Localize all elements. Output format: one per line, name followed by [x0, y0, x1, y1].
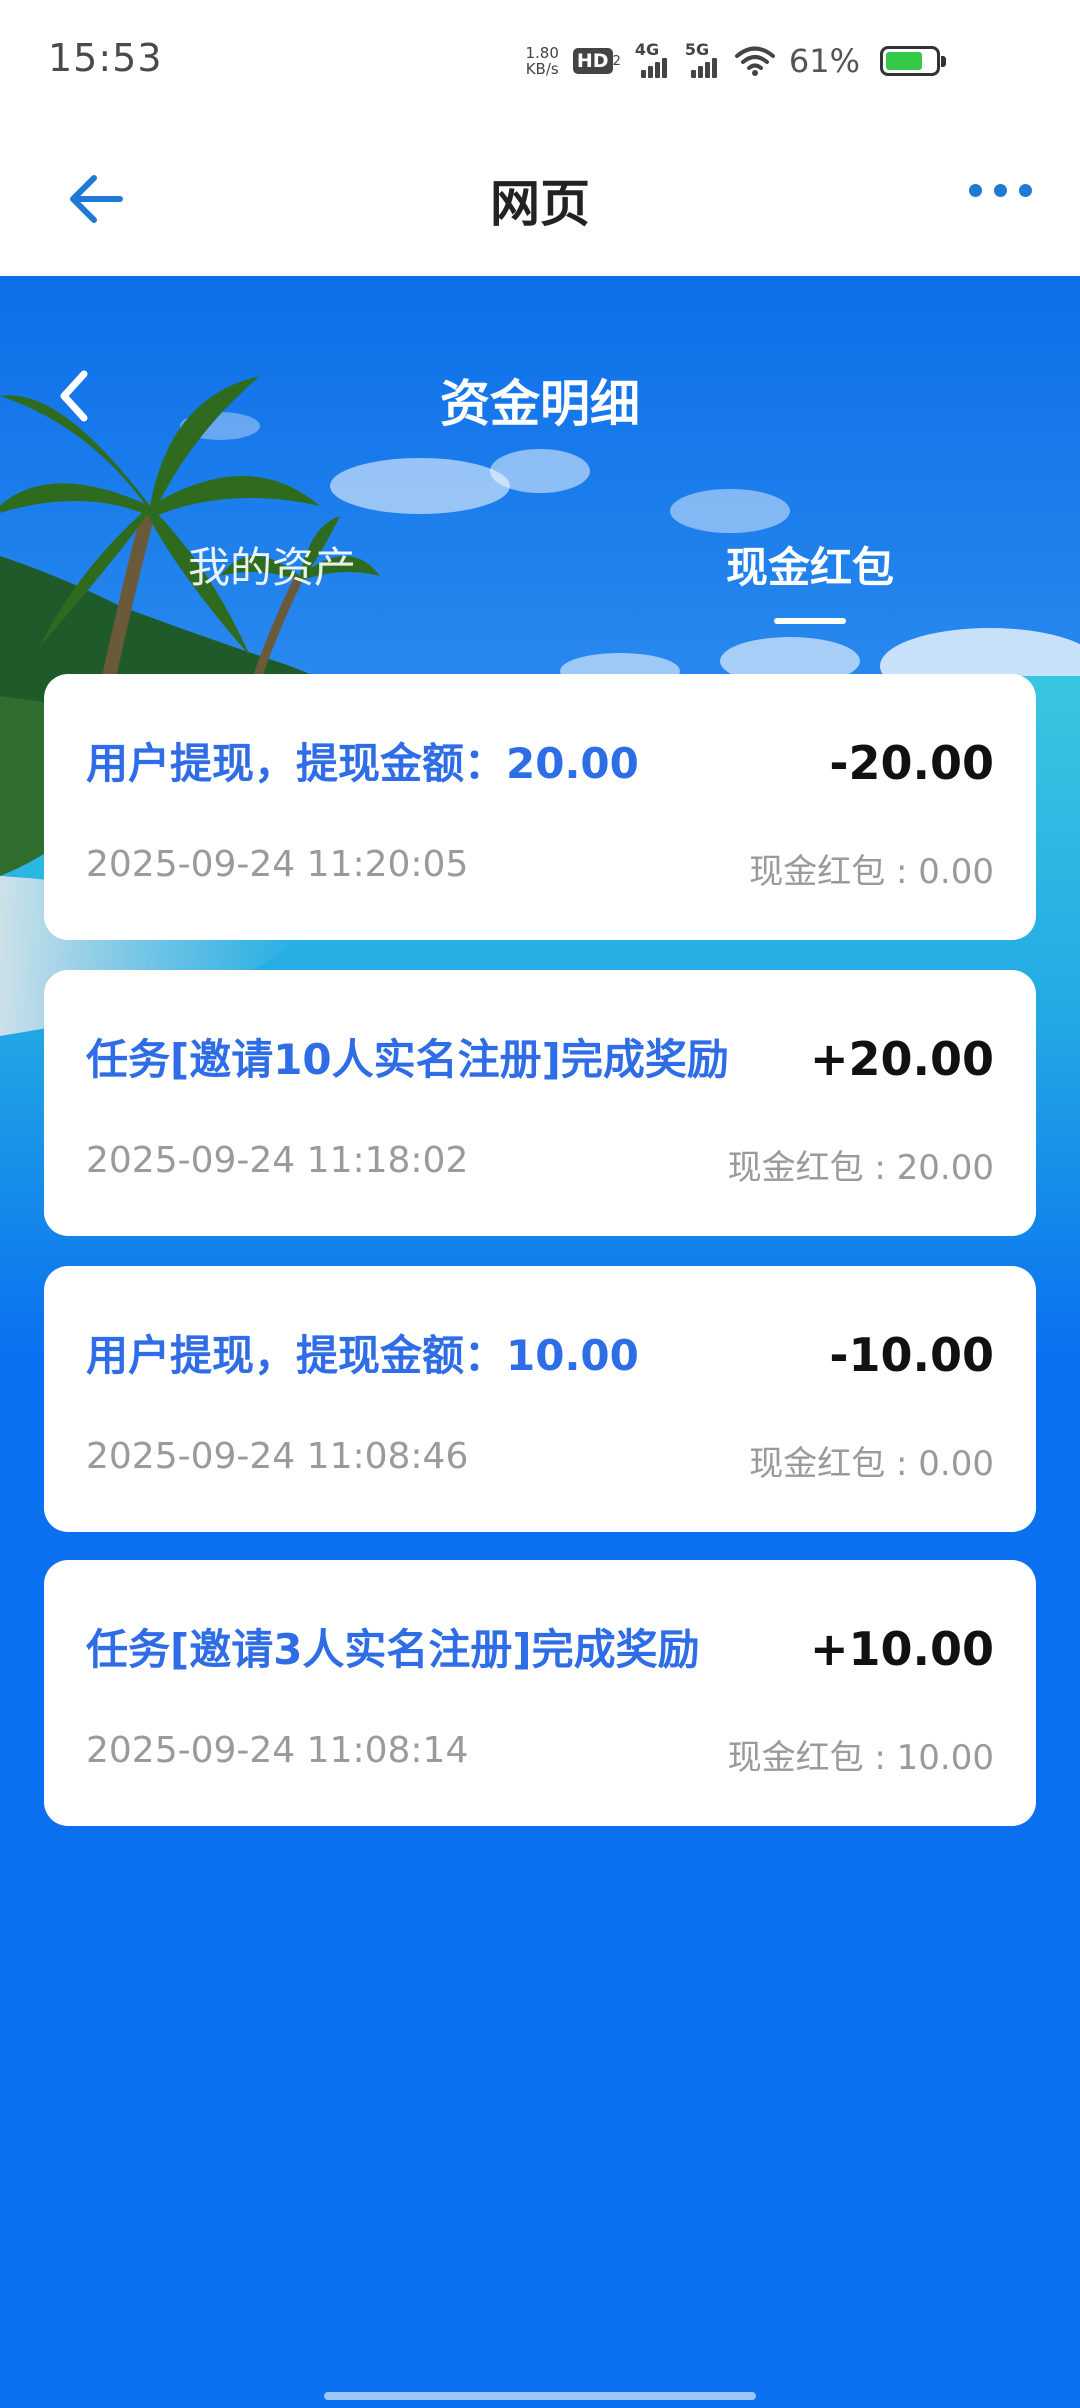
transaction-record[interactable]: 用户提现，提现金额：10.00 -10.00 2025-09-24 11:08:… [44, 1266, 1036, 1532]
record-balance: 现金红包 : 10.00 [727, 1738, 994, 1778]
record-title: 用户提现，提现金额：20.00 [86, 739, 639, 788]
status-bar: 15:53 1.80 KB/s HD 2 4G 5G 61% [0, 0, 1080, 124]
transaction-record[interactable]: 用户提现，提现金额：20.00 -20.00 2025-09-24 11:20:… [44, 674, 1036, 940]
signal-4g-icon: 4G [635, 40, 671, 78]
record-amount: +10.00 [809, 1622, 994, 1676]
more-options-icon[interactable] [969, 184, 1032, 197]
fund-detail-page: 资金明细 我的资产 现金红包 用户提现，提现金额：20.00 -20.00 20… [0, 276, 1080, 2408]
transaction-record[interactable]: 任务[邀请3人实名注册]完成奖励 +10.00 2025-09-24 11:08… [44, 1560, 1036, 1826]
hd-sub: 2 [612, 53, 621, 69]
tab-my-assets[interactable]: 我的资产 [188, 534, 356, 595]
record-time: 2025-09-24 11:08:46 [86, 1436, 469, 1477]
active-tab-indicator [774, 618, 846, 624]
record-amount: -20.00 [829, 736, 994, 790]
app-header: 网页 [0, 124, 1080, 276]
network-speed: 1.80 KB/s [526, 45, 559, 77]
transaction-record[interactable]: 任务[邀请10人实名注册]完成奖励 +20.00 2025-09-24 11:1… [44, 970, 1036, 1236]
record-time: 2025-09-24 11:20:05 [86, 844, 469, 885]
battery-icon [880, 46, 946, 76]
network-speed-unit: KB/s [525, 60, 559, 78]
record-amount: -10.00 [829, 1328, 994, 1382]
record-balance: 现金红包 : 20.00 [727, 1148, 994, 1188]
signal-5g-label: 5G [684, 40, 710, 59]
status-icons: 1.80 KB/s HD 2 4G 5G 61% [526, 38, 946, 84]
page-title: 资金明细 [440, 375, 640, 433]
signal-5g-icon: 5G [685, 40, 721, 78]
status-time: 15:53 [48, 36, 163, 80]
record-amount: +20.00 [809, 1032, 994, 1086]
record-balance: 现金红包 : 0.00 [749, 852, 994, 892]
network-speed-value: 1.80 [525, 44, 559, 62]
record-time: 2025-09-24 11:18:02 [86, 1140, 469, 1181]
signal-4g-label: 4G [634, 40, 660, 59]
tab-cash-red-packet[interactable]: 现金红包 [726, 534, 894, 595]
hd-label: HD [572, 48, 613, 74]
battery-percent: 61% [788, 42, 860, 80]
record-title: 用户提现，提现金额：10.00 [86, 1331, 639, 1380]
record-time: 2025-09-24 11:08:14 [86, 1730, 469, 1771]
record-balance: 现金红包 : 0.00 [749, 1444, 994, 1484]
record-title: 任务[邀请10人实名注册]完成奖励 [86, 1035, 729, 1084]
home-indicator[interactable] [324, 2392, 756, 2400]
header-title: 网页 [490, 175, 590, 233]
record-title: 任务[邀请3人实名注册]完成奖励 [86, 1625, 700, 1674]
hd-icon: HD 2 [572, 48, 621, 74]
wifi-icon [734, 46, 775, 76]
